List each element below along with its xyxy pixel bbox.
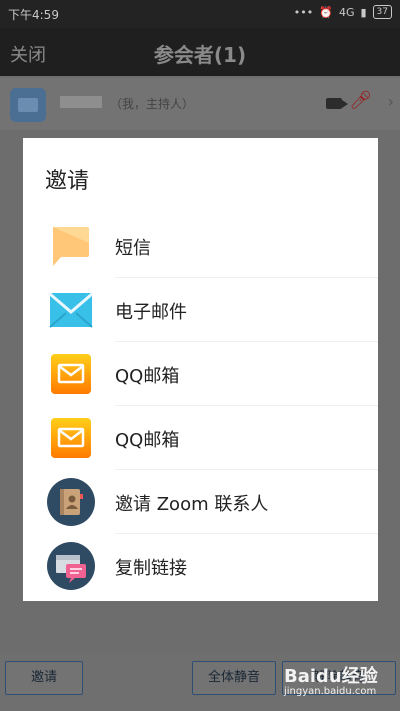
contacts-icon (47, 478, 95, 526)
unmute-button[interactable]: 解除静音 (282, 661, 396, 695)
invite-option-zoom-contacts[interactable]: 邀请 Zoom 联系人 (23, 470, 378, 534)
invite-option-copy-link[interactable]: 复制链接 (23, 534, 378, 598)
dialog-title: 邀请 (45, 169, 90, 194)
signal-bars-icon: ▮ (360, 5, 367, 19)
sms-icon (53, 227, 89, 266)
qq-mail-icon (51, 418, 91, 458)
alarm-icon: ⏰ (319, 5, 333, 19)
chevron-right-icon: › (387, 92, 394, 111)
invite-option-email[interactable]: 电子邮件 (23, 278, 378, 342)
bottom-toolbar: 邀请 全体静音 解除静音 (0, 652, 400, 711)
invite-option-label: 邀请 Zoom 联系人 (115, 494, 269, 515)
invite-option-qq-mail[interactable]: QQ邮箱 (23, 342, 378, 406)
title-bar: 关闭 参会者(1) (0, 28, 400, 76)
invite-dialog: 邀请 短信 电子邮件 QQ邮箱 QQ邮箱 邀请 Zoom 联系人 复制链接 (23, 138, 378, 601)
invite-option-label: QQ邮箱 (115, 366, 180, 387)
status-bar: 下午4:59 ••• ⏰ 4G ▮ 37 (0, 0, 400, 28)
page-title: 参会者(1) (153, 43, 247, 67)
invite-option-label: 复制链接 (115, 558, 187, 579)
video-camera-icon (326, 98, 348, 109)
invite-option-sms[interactable]: 短信 (23, 214, 378, 278)
participant-row[interactable]: （我，主持人） 🎤︎ › (0, 78, 400, 130)
participant-name-blurred (60, 96, 102, 108)
signal-dots-icon: ••• (293, 5, 314, 19)
invite-option-label: 电子邮件 (115, 302, 187, 323)
copy-link-icon (47, 542, 95, 590)
participant-role: （我，主持人） (110, 97, 195, 111)
invite-option-label: QQ邮箱 (115, 430, 180, 451)
qq-mail-icon (51, 354, 91, 394)
status-icons: ••• ⏰ 4G ▮ 37 (294, 5, 392, 19)
mute-all-button[interactable]: 全体静音 (192, 661, 276, 695)
mic-muted-icon: 🎤︎ (349, 90, 372, 111)
battery-icon: 37 (372, 5, 392, 19)
invite-button[interactable]: 邀请 (5, 661, 83, 695)
email-icon (49, 292, 93, 328)
invite-option-qq-mail[interactable]: QQ邮箱 (23, 406, 378, 470)
network-type: 4G (338, 5, 355, 19)
avatar (10, 88, 46, 122)
invite-option-label: 短信 (115, 238, 151, 259)
status-time: 下午4:59 (8, 8, 59, 22)
